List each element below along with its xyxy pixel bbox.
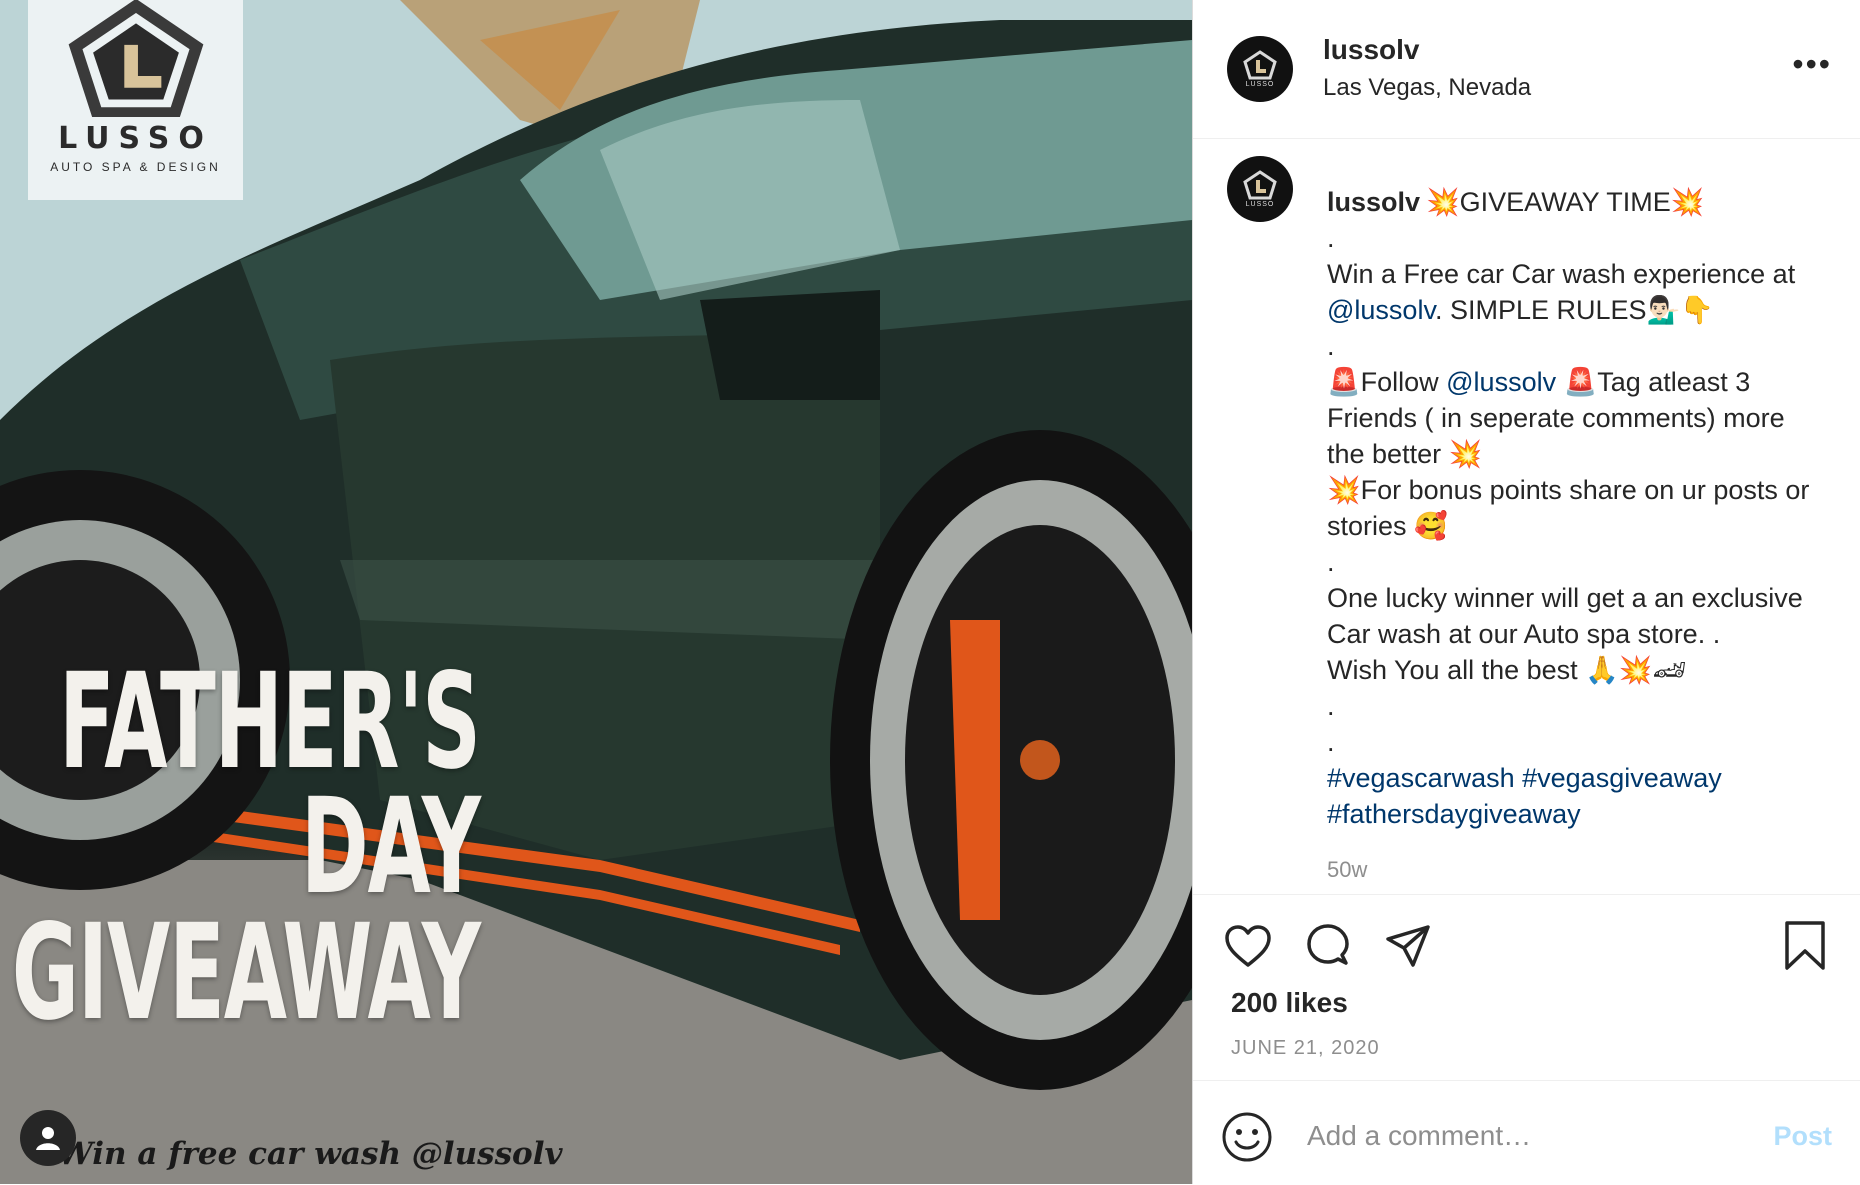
caption-line: . <box>1327 331 1335 361</box>
caption-line: . <box>1327 223 1335 253</box>
avatar-text: LUSSO <box>1245 201 1275 208</box>
save-button[interactable] <box>1778 919 1832 973</box>
pentagon-logo-icon <box>68 0 203 117</box>
caption-line: Car wash at our Auto spa store. . <box>1327 619 1721 649</box>
header-username[interactable]: lussolv <box>1323 34 1419 66</box>
action-bar: 200 likes JUNE 21, 2020 <box>1193 894 1860 1081</box>
post-age[interactable]: 50w <box>1327 852 1847 888</box>
avatar-text: LUSSO <box>1245 81 1275 88</box>
smiley-icon[interactable] <box>1221 1111 1273 1163</box>
avatar-logo-icon <box>1243 50 1277 80</box>
headline-line-3: GIVEAWAY <box>12 895 481 1050</box>
caption-line: Wish You all the best 🙏💥🏎 <box>1327 655 1687 685</box>
comment-input[interactable] <box>1305 1109 1749 1163</box>
caption-text: lussolv 💥GIVEAWAY TIME💥 . Win a Free car … <box>1327 184 1847 888</box>
add-comment-bar: Post <box>1193 1080 1860 1185</box>
user-tag-icon <box>36 1127 60 1150</box>
caption-title: 💥GIVEAWAY TIME💥 <box>1426 187 1705 217</box>
comment-button[interactable] <box>1301 919 1355 973</box>
hashtag-link[interactable]: #vegasgiveaway <box>1522 763 1722 793</box>
post-comment-button[interactable]: Post <box>1773 1121 1832 1152</box>
avatar[interactable]: LUSSO <box>1227 36 1293 102</box>
caption-line: the better 💥 <box>1327 439 1483 469</box>
caption-line: @lussolv. SIMPLE RULES💁🏻‍♂️👇 <box>1327 292 1847 328</box>
lusso-logo: LUSSO AUTO SPA & DESIGN <box>28 0 243 200</box>
post-sidebar: LUSSO lussolv Las Vegas, Nevada ••• LUSS… <box>1192 0 1860 1184</box>
share-icon <box>1386 925 1430 967</box>
post-image[interactable]: LUSSO AUTO SPA & DESIGN FATHER'S DAY GIV… <box>0 0 1192 1184</box>
caption-line: #fathersdaygiveaway <box>1327 796 1847 832</box>
caption-line: . <box>1327 547 1335 577</box>
headline-line-2: DAY <box>301 770 481 925</box>
instagram-post: LUSSO AUTO SPA & DESIGN FATHER'S DAY GIV… <box>0 0 1860 1184</box>
post-header: LUSSO lussolv Las Vegas, Nevada ••• <box>1193 0 1860 139</box>
caption-line: . <box>1327 691 1335 721</box>
caption-avatar[interactable]: LUSSO <box>1227 156 1293 222</box>
action-icons <box>1221 919 1435 975</box>
caption-text-fragment: 🚨Tag atleast 3 <box>1556 367 1751 397</box>
bookmark-icon <box>1785 921 1825 970</box>
header-location[interactable]: Las Vegas, Nevada <box>1323 74 1531 102</box>
likes-count[interactable]: 200 likes <box>1231 987 1348 1019</box>
like-button[interactable] <box>1221 919 1275 973</box>
user-tag-button[interactable] <box>20 1110 76 1166</box>
caption-line: Win a Free car Car wash experience at <box>1327 259 1796 289</box>
brand-tagline: AUTO SPA & DESIGN <box>50 160 221 174</box>
caption-line: . <box>1327 727 1335 757</box>
caption-area: LUSSO lussolv 💥GIVEAWAY TIME💥 . Win a Fre… <box>1193 138 1860 894</box>
caption-line: stories 🥰 <box>1327 511 1448 541</box>
heart-icon <box>1225 925 1271 967</box>
giveaway-headline: FATHER'S DAY GIVEAWAY <box>12 645 481 1050</box>
headline-line-1: FATHER'S <box>59 645 481 799</box>
post-date[interactable]: JUNE 21, 2020 <box>1231 1037 1380 1060</box>
caption-line: One lucky winner will get a an exclusive <box>1327 583 1803 613</box>
hashtag-link[interactable]: #vegascarwash <box>1327 763 1515 793</box>
brand-wordmark: LUSSO <box>58 121 213 156</box>
mention-link[interactable]: @lussolv <box>1446 367 1556 397</box>
caption-line: #vegascarwash #vegasgiveaway <box>1327 760 1847 796</box>
image-overlay-caption: Win a free car wash @lussolv <box>58 1136 563 1172</box>
avatar-logo-icon <box>1243 170 1277 200</box>
mention-link[interactable]: @lussolv <box>1327 295 1435 325</box>
hashtag-link[interactable]: #fathersdaygiveaway <box>1327 799 1581 829</box>
more-options-icon[interactable]: ••• <box>1792 48 1832 80</box>
share-button[interactable] <box>1381 919 1435 973</box>
comment-icon <box>1307 924 1349 965</box>
caption-line: 💥For bonus points share on ur posts or <box>1327 475 1810 505</box>
caption-line: Friends ( in seperate comments) more <box>1327 403 1785 433</box>
caption-username[interactable]: lussolv <box>1327 187 1420 217</box>
caption-text-fragment: 🚨Follow <box>1327 367 1447 397</box>
caption-text-fragment: . SIMPLE RULES💁🏻‍♂️👇 <box>1434 295 1714 325</box>
caption-line: 🚨Follow @lussolv 🚨Tag atleast 3 <box>1327 364 1847 400</box>
